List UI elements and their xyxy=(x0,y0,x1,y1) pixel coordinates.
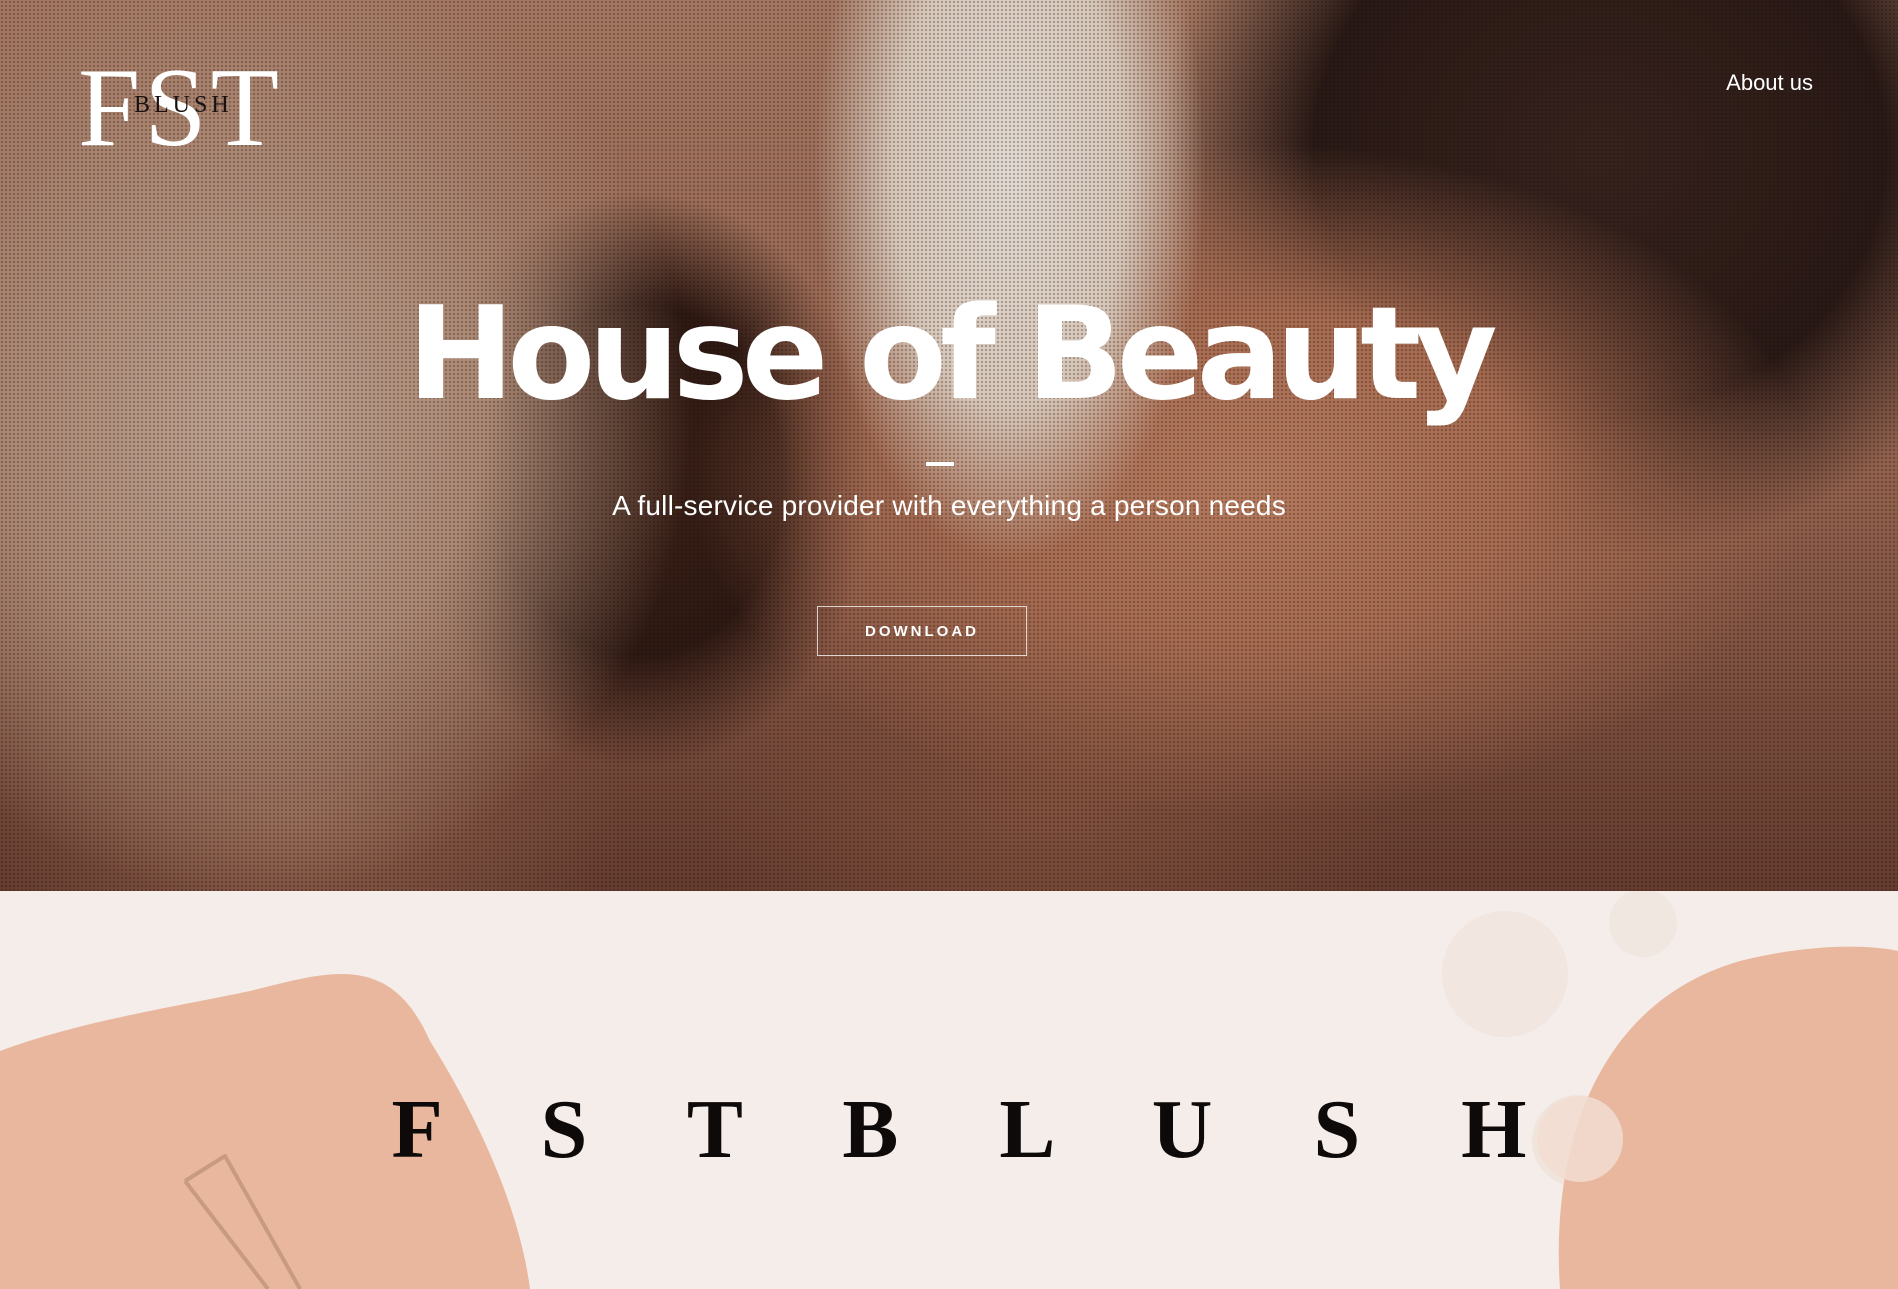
hero-divider xyxy=(926,462,954,466)
hero-subtitle: A full-service provider with everything … xyxy=(612,490,1286,521)
decorative-circle-2 xyxy=(1609,891,1677,957)
decorative-circle-1 xyxy=(1442,911,1568,1037)
hero-title: House of Beauty xyxy=(407,280,1497,429)
hero-section: FST BLUSH About us House of Beauty A ful… xyxy=(0,0,1898,891)
nav-about-link[interactable]: About us xyxy=(1726,70,1813,96)
logo[interactable]: FST BLUSH xyxy=(78,52,298,164)
brand-heading: F S T B L U S H xyxy=(391,1083,1567,1176)
brand-section: F S T B L U S H xyxy=(0,891,1898,1289)
logo-text-small: BLUSH xyxy=(134,92,233,118)
download-button[interactable]: DOWNLOAD xyxy=(817,606,1027,656)
